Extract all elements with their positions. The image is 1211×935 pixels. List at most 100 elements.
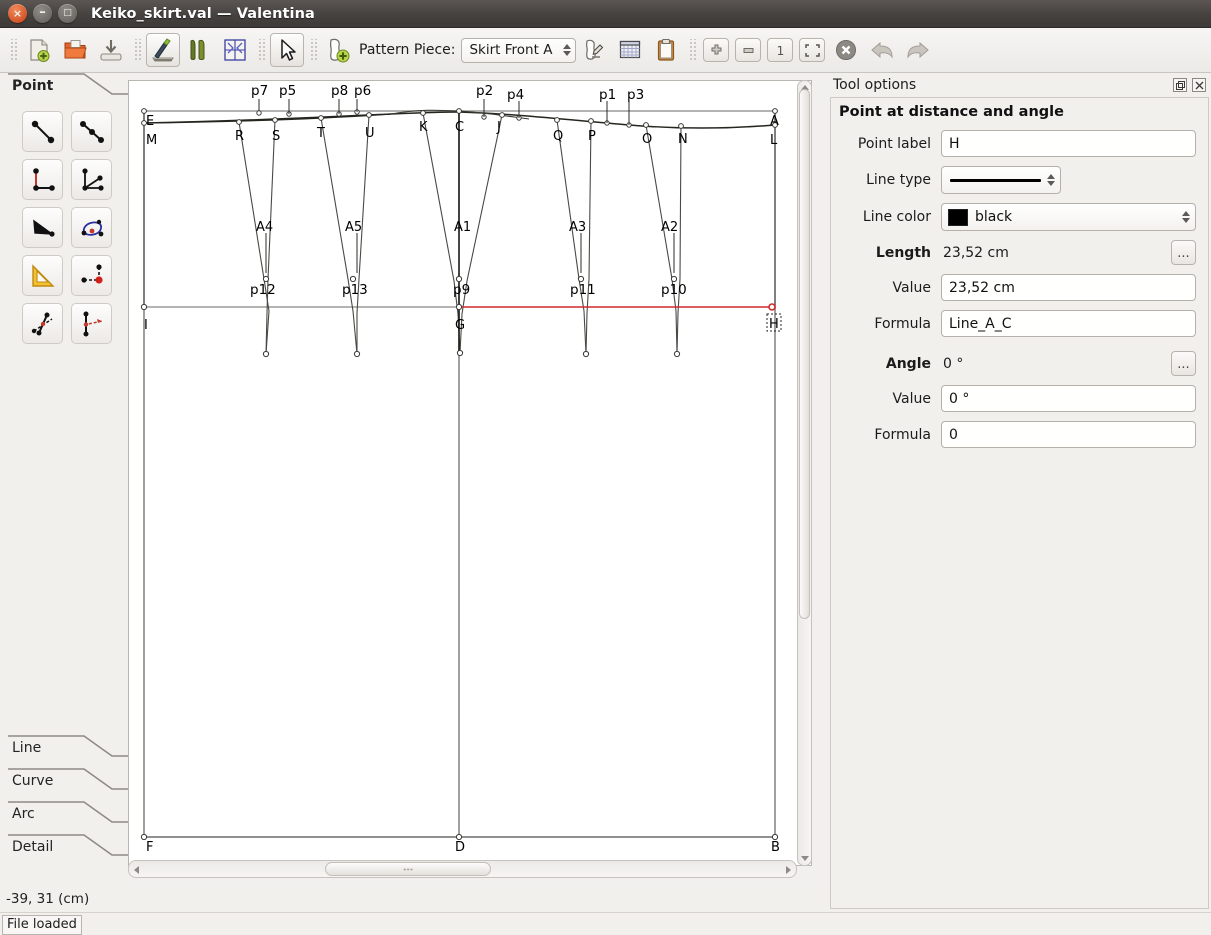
undo-icon xyxy=(868,37,896,63)
line-type-select[interactable] xyxy=(941,166,1061,194)
cursor-coordinates: -39, 31 (cm) xyxy=(0,886,828,912)
scroll-right-arrow-icon[interactable] xyxy=(786,866,791,874)
color-swatch-icon xyxy=(948,209,968,226)
length-caption: Length xyxy=(837,245,941,261)
toolbar-grip[interactable] xyxy=(309,39,317,61)
sidebar-section-point[interactable]: Point xyxy=(0,73,128,99)
tool-special-point-on-shoulder[interactable] xyxy=(71,255,112,296)
point-at-line-intersection-icon xyxy=(77,165,107,195)
zoom-out-button[interactable] xyxy=(735,38,761,62)
triangle-tool-icon xyxy=(28,261,58,291)
pattern-piece-spinner[interactable] xyxy=(561,43,572,57)
point-of-intersection-icon xyxy=(28,309,58,339)
zoom-in-icon xyxy=(709,43,724,58)
line-type-row: Line type xyxy=(837,166,1196,194)
canvas-vertical-scrollbar[interactable] xyxy=(797,80,812,866)
grid-button[interactable] xyxy=(613,33,647,67)
zoom-fit-button[interactable] xyxy=(799,38,825,62)
zoom-original-button[interactable]: 1 xyxy=(767,38,793,62)
canvas-label-p3: p3 xyxy=(627,87,644,103)
scroll-left-arrow-icon[interactable] xyxy=(134,866,139,874)
scroll-down-arrow-icon[interactable] xyxy=(801,856,809,861)
length-formula-dialog-button[interactable]: ... xyxy=(1171,240,1196,265)
perpendicular-point-icon xyxy=(77,309,107,339)
line-color-spinner[interactable] xyxy=(1180,210,1191,224)
status-bar: File loaded xyxy=(0,912,1211,933)
open-folder-icon xyxy=(62,37,88,63)
status-message: File loaded xyxy=(2,915,82,935)
new-document-button[interactable] xyxy=(22,33,56,67)
table-edit-icon xyxy=(581,37,607,63)
horizontal-scroll-thumb[interactable] xyxy=(325,862,491,876)
redo-button[interactable] xyxy=(901,33,935,67)
tool-point-along-perpendicular[interactable] xyxy=(22,159,63,200)
angle-value-row: Value 0 ° xyxy=(837,385,1196,412)
canvas-point-A3: A3 xyxy=(569,220,586,235)
history-button[interactable] xyxy=(649,33,683,67)
draft-mode-button[interactable] xyxy=(146,33,180,67)
point-at-distance-and-angle-icon xyxy=(28,117,58,147)
undo-button[interactable] xyxy=(865,33,899,67)
canvas-point-J: J xyxy=(496,120,501,135)
toolbar-grip[interactable] xyxy=(9,39,17,61)
add-pattern-piece-icon xyxy=(325,36,353,64)
tools-sidebar: Point xyxy=(0,73,128,885)
canvas-label-p10: p10 xyxy=(661,282,687,298)
sidebar-section-arc[interactable]: Arc xyxy=(0,801,128,827)
zoom-in-button[interactable] xyxy=(703,38,729,62)
vertical-scroll-thumb[interactable] xyxy=(799,89,810,619)
point-label-input[interactable]: H xyxy=(941,130,1196,157)
redo-icon xyxy=(904,37,932,63)
stop-button[interactable] xyxy=(829,33,863,67)
sidebar-section-line[interactable]: Line xyxy=(0,735,128,761)
length-value-input[interactable]: 23,52 cm xyxy=(941,274,1196,301)
angle-formula-dialog-button[interactable]: ... xyxy=(1171,351,1196,376)
sidebar-bottom-sections: Line Curve Arc Detail xyxy=(0,735,128,867)
tool-point-of-intersection[interactable] xyxy=(22,303,63,344)
add-pattern-piece-button[interactable] xyxy=(322,33,356,67)
tool-point-of-contact[interactable] xyxy=(22,207,63,248)
window-minimize-button[interactable]: – xyxy=(33,4,52,23)
toolbar-grip[interactable] xyxy=(257,39,265,61)
canvas-point-F: F xyxy=(146,840,153,855)
toolbar-grip[interactable] xyxy=(688,39,696,61)
tool-triangle[interactable] xyxy=(22,255,63,296)
length-display: 23,52 cm xyxy=(941,245,1163,261)
canvas-horizontal-scrollbar[interactable] xyxy=(128,860,797,878)
float-dock-icon xyxy=(1176,81,1185,90)
open-document-button[interactable] xyxy=(58,33,92,67)
line-type-spinner[interactable] xyxy=(1045,173,1056,187)
layout-mode-button[interactable] xyxy=(218,33,252,67)
window-maximize-button[interactable]: □ xyxy=(58,4,77,23)
canvas-point-A4: A4 xyxy=(256,220,273,235)
line-color-select[interactable]: black xyxy=(941,203,1196,231)
table-of-variables-button[interactable] xyxy=(577,33,611,67)
details-mode-button[interactable] xyxy=(182,33,216,67)
canvas-point-K: K xyxy=(419,120,428,135)
angle-value-input[interactable]: 0 ° xyxy=(941,385,1196,412)
tool-point-on-curve[interactable] xyxy=(71,207,112,248)
pointer-tool-button[interactable] xyxy=(270,33,304,67)
tool-row xyxy=(22,303,128,344)
tool-point-along-line[interactable] xyxy=(71,111,112,152)
sidebar-section-label: Line xyxy=(12,740,41,756)
canvas-label-p6: p6 xyxy=(354,83,371,99)
tool-point-at-distance-and-angle[interactable] xyxy=(22,111,63,152)
canvas-point-G: G xyxy=(455,318,465,333)
toolbar-grip[interactable] xyxy=(133,39,141,61)
tool-point-at-line-intersection[interactable] xyxy=(71,159,112,200)
pattern-piece-value: Skirt Front A xyxy=(469,42,557,58)
close-dock-button[interactable] xyxy=(1192,78,1206,92)
length-formula-input[interactable]: Line_A_C xyxy=(941,310,1196,337)
sidebar-section-detail[interactable]: Detail xyxy=(0,834,128,860)
save-document-button[interactable] xyxy=(94,33,128,67)
tool-perpendicular-point[interactable] xyxy=(71,303,112,344)
pattern-canvas[interactable]: p7 p5 p8 p6 p2 p4 p1 p3 E M R S T U K C … xyxy=(129,81,811,865)
sidebar-section-curve[interactable]: Curve xyxy=(0,768,128,794)
tool-row xyxy=(22,207,128,248)
length-row: Length 23,52 cm ... xyxy=(837,240,1196,265)
float-dock-button[interactable] xyxy=(1173,78,1187,92)
window-close-button[interactable]: × xyxy=(8,4,27,23)
pattern-piece-select[interactable]: Skirt Front A xyxy=(461,38,576,63)
angle-formula-input[interactable]: 0 xyxy=(941,421,1196,448)
